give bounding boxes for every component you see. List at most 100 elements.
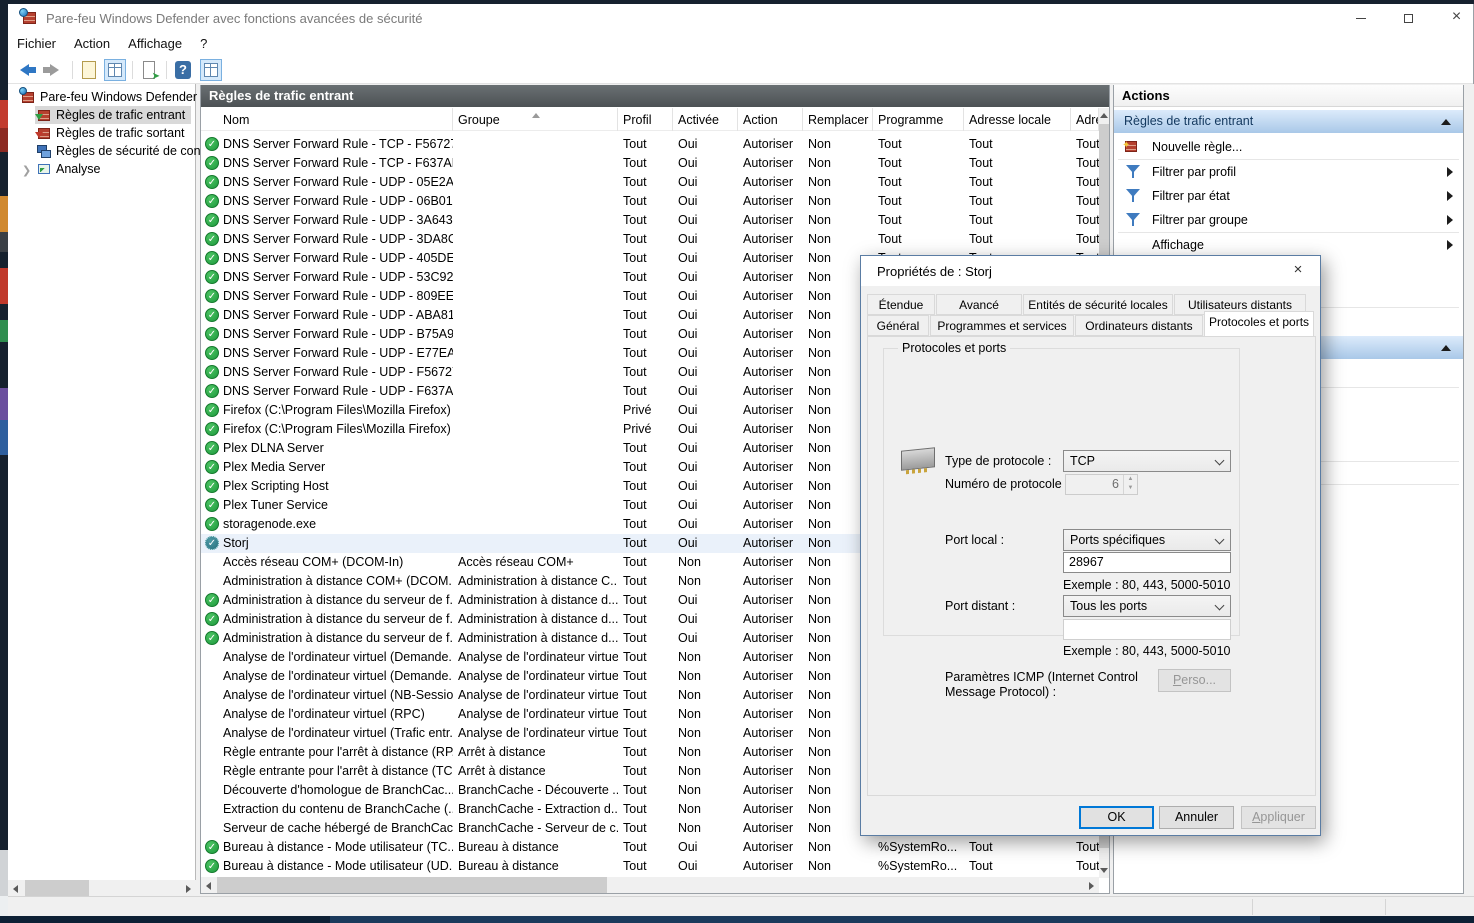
rule-enabled-icon: ✓ [205, 517, 219, 531]
tab--tendue[interactable]: Étendue [867, 294, 935, 315]
forward-arrow-icon[interactable] [46, 59, 68, 81]
local-port-input[interactable]: 28967 [1063, 552, 1231, 573]
show-console-tree-toggle-icon[interactable] [104, 59, 126, 81]
sidebar-item-4[interactable]: ❯ Analyse [8, 160, 195, 178]
scroll-left-icon[interactable] [13, 885, 18, 893]
column-header-adre[interactable]: Adre [1071, 108, 1099, 131]
scroll-left-icon[interactable] [206, 882, 211, 890]
tab-avanc-[interactable]: Avancé [936, 294, 1022, 315]
cell-name: DNS Server Forward Rule - UDP - F637AF..… [223, 382, 453, 401]
tab-entit-s-de-s-curit-locales[interactable]: Entités de sécurité locales [1023, 294, 1173, 315]
action-item-label: Nouvelle règle... [1152, 135, 1242, 159]
tab-g-n-ral[interactable]: Général [867, 315, 929, 336]
protocol-type-select[interactable]: TCP [1063, 450, 1231, 472]
menu-item[interactable]: Fichier [8, 32, 65, 55]
action-item-3[interactable]: Filtrer par état [1114, 184, 1463, 208]
protocol-type-label: Type de protocole : [945, 454, 1051, 468]
actions-section-inbound-rules[interactable]: Règles de trafic entrant [1114, 110, 1463, 133]
menu-item[interactable]: ? [191, 32, 216, 55]
cell-programme: Tout [878, 154, 964, 173]
table-row[interactable]: ✓DNS Server Forward Rule - UDP - 3A6438.… [201, 211, 1099, 230]
export-icon[interactable] [138, 59, 160, 81]
column-header-remplacer[interactable]: Remplacer [803, 108, 873, 131]
cell-profil: Tout [623, 439, 673, 458]
sidebar-item-2[interactable]: Règles de trafic sortant [8, 124, 195, 142]
cell-adresse_distante: Tout [1076, 211, 1099, 230]
scroll-right-icon[interactable] [186, 885, 191, 893]
close-button[interactable]: × [1434, 4, 1474, 32]
dialog-close-icon[interactable]: × [1284, 258, 1312, 282]
sidebar-item-3[interactable]: Règles de sécurité de conne [8, 142, 195, 160]
cell-profil: Tout [623, 268, 673, 287]
maximize-button[interactable] [1386, 4, 1431, 32]
table-row[interactable]: ✓DNS Server Forward Rule - TCP - F637AF.… [201, 154, 1099, 173]
table-row[interactable]: ✓Bureau à distance - Mode utilisateur (T… [201, 838, 1099, 857]
cell-action: Autoriser [743, 287, 803, 306]
cell-name: Règle entrante pour l'arrêt à distance (… [223, 743, 453, 762]
list-horizontal-scrollbar[interactable] [201, 877, 1099, 893]
sidebar-item-1[interactable]: Règles de trafic entrant [8, 106, 195, 124]
desktop-icon-sliver [0, 232, 8, 252]
cell-name: Analyse de l'ordinateur virtuel (Trafic … [223, 724, 453, 743]
tree-horizontal-scrollbar[interactable] [8, 880, 196, 896]
table-row[interactable]: ✓Bureau à distance - Mode utilisateur (U… [201, 857, 1099, 876]
table-row[interactable]: ✓DNS Server Forward Rule - UDP - 06B01D.… [201, 192, 1099, 211]
scroll-up-icon[interactable] [1100, 113, 1108, 118]
cell-name: DNS Server Forward Rule - UDP - F567272.… [223, 363, 453, 382]
console-tree-panel: Pare-feu Windows Defender avRègles de tr… [8, 84, 196, 896]
scroll-thumb[interactable] [25, 880, 89, 896]
taskbar-edge [0, 916, 1474, 923]
show-action-pane-toggle-icon[interactable] [200, 59, 222, 81]
back-arrow-icon[interactable] [18, 59, 40, 81]
cell-name: Plex Scripting Host [223, 477, 453, 496]
rule-enabled-icon: ✓ [205, 232, 219, 246]
table-row[interactable]: ✓ DNS Server Forward Rule - UDP - 3DA8CE.… [201, 230, 1099, 249]
tree-root-item[interactable]: Pare-feu Windows Defender av [8, 88, 195, 106]
rule-enabled-icon: ✓ [205, 631, 219, 645]
remote-port-select[interactable]: Tous les ports [1063, 595, 1231, 617]
column-header-profil[interactable]: Profil [618, 108, 673, 131]
column-header-activ-e[interactable]: Activée [673, 108, 738, 131]
column-header-adresse-locale[interactable]: Adresse locale [964, 108, 1071, 131]
cell-groupe: Bureau à distance [458, 838, 618, 857]
cell-activee: Oui [678, 344, 738, 363]
action-item-2[interactable]: Filtrer par profil [1114, 160, 1463, 184]
cell-name: DNS Server Forward Rule - TCP - F637AF..… [223, 154, 453, 173]
action-item-1[interactable]: ✦Nouvelle règle... [1114, 135, 1463, 159]
help-icon[interactable]: ? [172, 59, 194, 81]
tree-item-label: Analyse [56, 160, 100, 178]
ok-button[interactable]: OK [1079, 806, 1154, 829]
local-port-select[interactable]: Ports spécifiques [1063, 529, 1231, 551]
cell-profil: Tout [623, 458, 673, 477]
column-header-nom[interactable]: Nom [201, 108, 453, 131]
cell-activee: Oui [678, 857, 738, 876]
cell-name: DNS Server Forward Rule - UDP - 3DA8CE..… [223, 230, 453, 249]
scroll-down-icon[interactable] [1100, 868, 1108, 873]
action-item-4[interactable]: Filtrer par groupe [1114, 208, 1463, 232]
cell-name: DNS Server Forward Rule - UDP - 05E2A9..… [223, 173, 453, 192]
minimize-button[interactable] [1338, 4, 1383, 32]
column-header-programme[interactable]: Programme [873, 108, 964, 131]
cell-action: Autoriser [743, 781, 803, 800]
tab-ordinateurs-distants[interactable]: Ordinateurs distants [1075, 315, 1203, 336]
chevron-right-icon[interactable]: ❯ [22, 162, 31, 180]
column-header-action[interactable]: Action [738, 108, 803, 131]
cell-adresse_locale: Tout [969, 211, 1071, 230]
action-item-5[interactable]: Affichage [1114, 233, 1463, 257]
menu-item[interactable]: Affichage [119, 32, 191, 55]
scroll-right-icon[interactable] [1089, 882, 1094, 890]
table-row[interactable]: ✓DNS Server Forward Rule - TCP - F567272… [201, 135, 1099, 154]
menu-item[interactable]: Action [65, 32, 119, 55]
cancel-button[interactable]: Annuler [1159, 806, 1234, 829]
cell-groupe [458, 211, 618, 230]
export-list-icon[interactable] [78, 59, 100, 81]
tab-protocoles-et-ports[interactable]: Protocoles et ports [1204, 311, 1314, 336]
cell-activee: Non [678, 648, 738, 667]
cell-profil: Tout [623, 477, 673, 496]
scroll-thumb[interactable] [217, 877, 607, 893]
tab-programmes-et-services[interactable]: Programmes et services [930, 315, 1074, 336]
rule-enabled-icon: ✓ [205, 479, 219, 493]
column-header-groupe[interactable]: Groupe [453, 108, 618, 131]
cell-groupe: Administration à distance d... [458, 610, 618, 629]
table-row[interactable]: ✓DNS Server Forward Rule - UDP - 05E2A9.… [201, 173, 1099, 192]
